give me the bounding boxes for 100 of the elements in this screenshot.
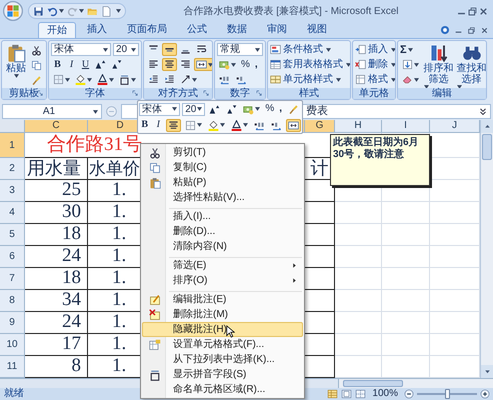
font-size-field[interactable]: 20: [182, 102, 206, 116]
number-format-field[interactable]: 常规: [217, 43, 263, 56]
brush-icon: [31, 75, 42, 86]
ribbon-tab[interactable]: 页面布局: [118, 22, 176, 38]
align-center-button[interactable]: [162, 58, 177, 71]
sort-filter-button[interactable]: 排序和筛选: [423, 43, 454, 86]
redo-button[interactable]: [67, 6, 84, 16]
help-icon[interactable]: [440, 25, 450, 35]
row-header[interactable]: 3: [0, 180, 25, 202]
page-layout-view-icon[interactable]: [341, 389, 352, 399]
splitter-handle-icon[interactable]: [105, 105, 118, 118]
merge-center-button[interactable]: [286, 118, 301, 132]
font-name-field[interactable]: 宋体: [139, 102, 180, 116]
new-document-icon[interactable]: [101, 6, 112, 16]
comma-button[interactable]: ,: [277, 102, 284, 116]
menu-item[interactable]: 隐藏批注(H): [142, 322, 303, 337]
percent-button[interactable]: %: [264, 102, 276, 116]
italic-button[interactable]: I: [152, 118, 164, 132]
ribbon-tab[interactable]: 插入: [78, 22, 116, 38]
row-header[interactable]: 2: [0, 158, 25, 180]
caret-icon: [65, 78, 70, 82]
autosum-button[interactable]: Σ: [400, 43, 421, 56]
copy-button[interactable]: [29, 59, 44, 72]
style-menu-button[interactable]: 单元格样式: [270, 73, 348, 86]
scroll-down-button[interactable]: [481, 365, 493, 378]
find-select-button[interactable]: 查找和选择: [456, 43, 486, 86]
ribbon-tab[interactable]: 公式: [178, 22, 216, 38]
ribbon-tab[interactable]: 数据: [218, 22, 256, 38]
scroll-thumb[interactable]: [343, 380, 403, 387]
dialog-launcher-icon[interactable]: [256, 90, 263, 97]
align-middle-button[interactable]: [162, 43, 177, 56]
bold-button[interactable]: B: [51, 58, 64, 71]
align-center-button[interactable]: [166, 118, 181, 132]
ribbon-tab[interactable]: 开始: [38, 22, 76, 38]
column-header[interactable]: J: [430, 120, 480, 133]
fill-color-button[interactable]: [73, 73, 94, 86]
style-menu-button[interactable]: 套用表格格式: [270, 58, 348, 71]
restore-icon[interactable]: [467, 26, 476, 34]
row-header[interactable]: 11: [0, 356, 25, 378]
merge-center-button[interactable]: [194, 58, 212, 71]
menu-item[interactable]: 剪切(T): [142, 145, 303, 160]
ribbon-tab[interactable]: 审阅: [258, 22, 296, 38]
bold-button[interactable]: B: [139, 118, 150, 132]
column-header[interactable]: H: [335, 120, 382, 133]
app-menu-button[interactable]: [2, 0, 24, 22]
scroll-thumb[interactable]: [482, 134, 492, 160]
paste-button[interactable]: 粘贴: [3, 42, 29, 87]
scroll-up-button[interactable]: [481, 120, 493, 133]
row-header[interactable]: 7: [0, 268, 25, 290]
column-header[interactable]: G: [305, 120, 335, 133]
page-break-view-icon[interactable]: [355, 389, 366, 399]
ribbon-tab[interactable]: 视图: [298, 22, 336, 38]
zoom-out-icon[interactable]: [404, 389, 414, 399]
customize-toolbar-button[interactable]: [115, 9, 121, 13]
fill-color-button[interactable]: [206, 118, 227, 132]
dialog-launcher-icon[interactable]: [203, 90, 210, 97]
zoom-slider-thumb[interactable]: [444, 389, 450, 399]
zoom-slider[interactable]: [417, 389, 477, 399]
undo-button[interactable]: [47, 6, 64, 16]
font-size-field[interactable]: 20: [113, 43, 139, 56]
row-header[interactable]: 5: [0, 224, 25, 246]
shrink-font-icon: [226, 104, 238, 114]
style-menu-button[interactable]: 条件格式: [270, 43, 348, 56]
restore-icon[interactable]: [467, 6, 478, 16]
cells-menu-button[interactable]: 删除: [355, 58, 393, 71]
dialog-launcher-icon[interactable]: [37, 90, 44, 97]
name-box[interactable]: A1: [2, 104, 102, 119]
save-icon[interactable]: [33, 6, 44, 16]
zoom-in-icon[interactable]: [480, 389, 490, 399]
borders-button[interactable]: [51, 73, 72, 86]
menu-item[interactable]: 命名单元格区域(R)...: [142, 382, 303, 397]
row-header[interactable]: 9: [0, 312, 25, 334]
horizontal-scrollbar[interactable]: [338, 379, 493, 388]
column-header[interactable]: I: [382, 120, 430, 133]
empty-cell: [382, 202, 430, 224]
cells-menu-button[interactable]: 格式: [355, 73, 393, 86]
row-header[interactable]: 4: [0, 202, 25, 224]
row-header[interactable]: 6: [0, 246, 25, 268]
font-name-field[interactable]: 宋体: [51, 43, 111, 56]
fill-button[interactable]: [400, 58, 421, 71]
vertical-scrollbar[interactable]: [480, 120, 493, 378]
percent-button[interactable]: %: [240, 58, 251, 71]
cut-button[interactable]: [29, 44, 44, 57]
column-header[interactable]: C: [25, 120, 88, 133]
close-icon[interactable]: [478, 6, 489, 16]
table-icon: [270, 59, 281, 70]
dialog-launcher-icon[interactable]: [132, 90, 139, 97]
close-icon[interactable]: [480, 26, 489, 34]
comma-button[interactable]: ,: [252, 58, 260, 71]
row-header[interactable]: 10: [0, 334, 25, 356]
font-color-button[interactable]: [95, 73, 116, 86]
grow-font-button[interactable]: [93, 58, 108, 71]
row-header[interactable]: 1: [0, 133, 25, 158]
italic-button[interactable]: I: [65, 58, 78, 71]
underline-button[interactable]: U: [79, 58, 92, 71]
cells-menu-button[interactable]: 插入: [355, 43, 393, 56]
expand-icon[interactable]: [478, 106, 488, 116]
font-color-button[interactable]: [229, 118, 250, 132]
row-header[interactable]: 8: [0, 290, 25, 312]
borders-button[interactable]: [183, 118, 204, 132]
